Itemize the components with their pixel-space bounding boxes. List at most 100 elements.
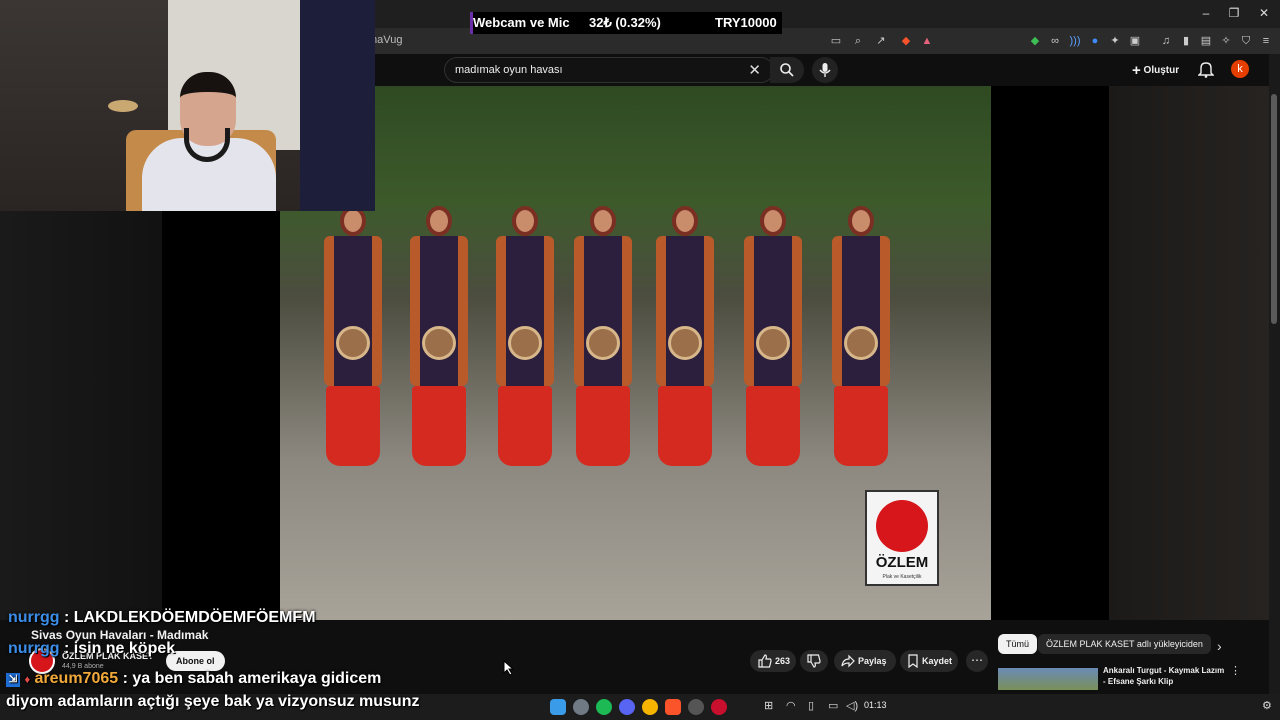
chat-text: : isin ne köpek bbox=[64, 640, 176, 657]
clock[interactable]: 01:13 bbox=[864, 700, 887, 710]
extension-audio-icon[interactable]: ))) bbox=[1067, 33, 1083, 49]
chip-all[interactable]: Tümü bbox=[998, 634, 1038, 654]
chat-message: nurrgg : LAKDLEKDÖEMDÖEMFÖEMFM bbox=[8, 609, 316, 627]
like-count: 263 bbox=[775, 656, 791, 666]
thumbs-up-icon bbox=[758, 654, 772, 668]
dancer-figure bbox=[492, 206, 556, 476]
goal-target: TRY10000 bbox=[715, 15, 777, 30]
chat-text: : ya ben sabah amerikaya gidicem bbox=[122, 670, 382, 687]
create-label: Oluştur bbox=[1143, 65, 1180, 76]
zoom-icon[interactable]: ⌕ bbox=[850, 33, 866, 49]
microphone-tray-icon[interactable]: ▯ bbox=[808, 699, 824, 715]
volume-icon[interactable]: ◁) bbox=[846, 699, 862, 715]
leo-icon[interactable]: ✧ bbox=[1218, 33, 1234, 49]
gift-drop-icon: ♦ bbox=[24, 674, 31, 686]
share-page-icon[interactable]: ↗ bbox=[873, 33, 889, 49]
webcam-overlay bbox=[0, 0, 375, 211]
recommendation-title[interactable]: Ankaralı Turgut - Kaymak Lazım - Efsane … bbox=[1103, 665, 1227, 687]
dancer-figure bbox=[320, 206, 384, 476]
more-horizontal-icon: ⋯ bbox=[971, 653, 983, 667]
more-actions-button[interactable]: ⋯ bbox=[966, 650, 988, 672]
left-black-panel bbox=[162, 211, 280, 620]
chat-username: nurrgg bbox=[8, 640, 60, 657]
menu-icon[interactable]: ≡ bbox=[1258, 33, 1274, 49]
music-icon[interactable]: ♫ bbox=[1158, 33, 1174, 49]
spotify-icon[interactable] bbox=[596, 699, 612, 715]
recommendation-thumbnail[interactable] bbox=[998, 668, 1098, 690]
dislike-button[interactable] bbox=[800, 650, 828, 672]
logo-text: ÖZLEM bbox=[875, 554, 929, 571]
chat-username: nurrgg bbox=[8, 609, 60, 626]
goal-label: Webcam ve Mic bbox=[473, 15, 570, 30]
page-scrollbar[interactable] bbox=[1269, 54, 1280, 694]
close-window-icon[interactable]: ✕ bbox=[1257, 6, 1271, 20]
restore-icon[interactable]: ❐ bbox=[1227, 6, 1241, 20]
grid-icon[interactable]: ⊞ bbox=[764, 699, 780, 715]
extension-glasses-icon[interactable]: ∞ bbox=[1047, 33, 1063, 49]
voice-search-button[interactable] bbox=[812, 57, 838, 83]
screenshot-icon[interactable]: ▣ bbox=[1127, 33, 1143, 49]
share-icon bbox=[841, 654, 855, 668]
brave-icon[interactable] bbox=[665, 699, 681, 715]
account-avatar[interactable]: k bbox=[1231, 60, 1249, 78]
like-button[interactable]: 263 bbox=[750, 650, 796, 672]
more-vertical-icon[interactable]: ⋮ bbox=[1230, 664, 1241, 677]
stream-caption: diyom adamların açtığı şeye bak ya vizyo… bbox=[6, 693, 420, 710]
shield-icon[interactable]: ⛉ bbox=[1238, 33, 1254, 49]
bookmark-icon bbox=[908, 654, 918, 668]
share-button[interactable]: Paylaş bbox=[834, 650, 896, 672]
prime-badge-icon: ⇲ bbox=[6, 673, 20, 687]
chat-username: areum7065 bbox=[34, 670, 119, 687]
dancer-figure bbox=[652, 206, 716, 476]
save-label: Kaydet bbox=[922, 656, 953, 666]
search-query-text: madımak oyun havası bbox=[455, 64, 563, 76]
chat-message: ⇲ ♦ areum7065 : ya ben sabah amerikaya g… bbox=[6, 670, 381, 688]
chip-from-uploader[interactable]: ÖZLEM PLAK KASET adlı yükleyiciden bbox=[1038, 634, 1211, 654]
logo-subtext: Plak ve Kasetçilik bbox=[882, 574, 922, 580]
sidebar-icon[interactable]: ▮ bbox=[1178, 33, 1194, 49]
red-app-icon[interactable] bbox=[711, 699, 727, 715]
clear-search-icon[interactable]: ✕ bbox=[748, 61, 761, 79]
brave-rewards-icon[interactable]: ▲ bbox=[919, 33, 935, 49]
chevron-right-icon[interactable]: › bbox=[1217, 638, 1222, 654]
start-icon[interactable] bbox=[550, 699, 566, 715]
brave-shield-icon[interactable]: ◆ bbox=[898, 33, 914, 49]
cast-icon[interactable]: ▭ bbox=[828, 33, 844, 49]
vpn-shield-icon[interactable]: ◆ bbox=[1027, 33, 1043, 49]
obs-icon[interactable] bbox=[688, 699, 704, 715]
ozlem-logo-watermark: ÖZLEM Plak ve Kasetçilik bbox=[865, 490, 939, 586]
minimize-icon[interactable]: – bbox=[1199, 6, 1213, 20]
save-button[interactable]: Kaydet bbox=[900, 650, 958, 672]
puzzle-icon[interactable]: ✦ bbox=[1107, 33, 1123, 49]
notifications-bell-icon[interactable] bbox=[1198, 60, 1214, 78]
left-background bbox=[0, 211, 162, 620]
plus-icon: + bbox=[1132, 62, 1141, 79]
mouse-cursor-icon bbox=[503, 660, 515, 676]
wallet-icon[interactable]: ▤ bbox=[1198, 33, 1214, 49]
chat-text: : LAKDLEKDÖEMDÖEMFÖEMFM bbox=[64, 609, 316, 626]
create-button[interactable]: + Oluştur bbox=[1132, 62, 1179, 79]
sidebar-background bbox=[1109, 86, 1269, 620]
thumbs-down-icon bbox=[807, 654, 821, 668]
search-button[interactable] bbox=[770, 57, 804, 83]
microphone-icon bbox=[819, 63, 831, 77]
app-icon[interactable] bbox=[573, 699, 589, 715]
settings-icon[interactable]: ⚙ bbox=[1262, 699, 1278, 715]
extension-blue-icon[interactable]: ● bbox=[1087, 33, 1103, 49]
chat-message: nurrgg : isin ne köpek bbox=[8, 640, 175, 658]
monitor-icon[interactable]: ▭ bbox=[828, 699, 844, 715]
dancer-figure bbox=[406, 206, 470, 476]
headphones-icon[interactable]: ◠ bbox=[786, 699, 802, 715]
chrome-icon[interactable] bbox=[642, 699, 658, 715]
discord-icon[interactable] bbox=[619, 699, 635, 715]
subscriber-count: 44,9 B abone bbox=[62, 663, 104, 670]
donation-goal-bar: Webcam ve Mic 32₺ (0.32%) TRY10000 bbox=[470, 12, 782, 34]
goal-amount: 32₺ (0.32%) bbox=[589, 15, 661, 30]
dancer-figure bbox=[828, 206, 892, 476]
dancer-figure bbox=[570, 206, 634, 476]
share-label: Paylaş bbox=[858, 656, 887, 666]
video-player[interactable]: ÖZLEM Plak ve Kasetçilik bbox=[280, 86, 991, 620]
search-input[interactable]: madımak oyun havası ✕ bbox=[444, 57, 774, 83]
dancer-figure bbox=[740, 206, 804, 476]
search-icon bbox=[780, 63, 794, 77]
